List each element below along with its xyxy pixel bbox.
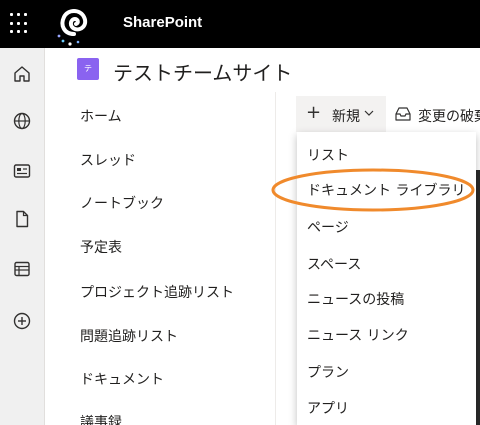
plus-icon: + — [306, 102, 322, 123]
nav-item-documents[interactable]: ドキュメント — [80, 369, 164, 389]
site-logo[interactable]: テ — [77, 58, 99, 80]
menu-item-list[interactable]: リスト — [307, 145, 349, 165]
nav-item-minutes[interactable]: 議事録 — [80, 412, 122, 425]
nav-item-issue-tracking[interactable]: 問題追跡リスト — [80, 326, 178, 346]
menu-item-document-library[interactable]: ドキュメント ライブラリ — [307, 180, 465, 200]
menu-item-page[interactable]: ページ — [307, 217, 349, 237]
new-button-label: 新規 — [332, 109, 360, 125]
menu-item-plan[interactable]: プラン — [307, 362, 349, 382]
menu-item-app[interactable]: アプリ — [307, 398, 349, 418]
globe-icon[interactable] — [12, 111, 32, 131]
site-header: テ テストチームサイト — [45, 48, 480, 92]
menu-item-news-link[interactable]: ニュース リンク — [307, 325, 409, 345]
site-navigation: ホーム スレッド ノートブック 予定表 プロジェクト追跡リスト 問題追跡リスト … — [45, 92, 276, 425]
nav-item-calendar[interactable]: 予定表 — [80, 237, 122, 257]
command-bar: + 新規 変更の破棄 — [296, 96, 480, 132]
app-rail — [0, 48, 45, 425]
file-icon[interactable] — [12, 209, 32, 229]
suite-header: SharePoint — [0, 0, 480, 48]
news-icon[interactable] — [12, 161, 32, 181]
app-launcher-icon[interactable] — [10, 13, 32, 35]
discard-changes-icon[interactable] — [394, 105, 412, 123]
nav-item-threads[interactable]: スレッド — [80, 150, 136, 170]
list-icon[interactable] — [12, 259, 32, 279]
menu-item-space[interactable]: スペース — [307, 254, 361, 274]
discard-changes-button[interactable]: 変更の破棄 — [418, 106, 480, 126]
add-icon[interactable] — [12, 311, 32, 331]
new-button[interactable]: + 新規 — [296, 96, 386, 132]
nav-item-home[interactable]: ホーム — [80, 106, 122, 126]
app-title[interactable]: SharePoint — [123, 14, 202, 31]
home-icon[interactable] — [12, 64, 32, 84]
chevron-down-icon — [364, 110, 374, 116]
logo-icon — [57, 9, 88, 46]
nav-item-project-tracking[interactable]: プロジェクト追跡リスト — [80, 282, 234, 302]
content-preview-edge — [476, 170, 480, 425]
nav-item-notebook[interactable]: ノートブック — [80, 193, 164, 213]
new-dropdown-menu: リスト ドキュメント ライブラリ ページ スペース ニュースの投稿 ニュース リ… — [297, 132, 476, 425]
menu-item-news-post[interactable]: ニュースの投稿 — [307, 289, 404, 309]
site-title[interactable]: テストチームサイト — [113, 57, 292, 86]
